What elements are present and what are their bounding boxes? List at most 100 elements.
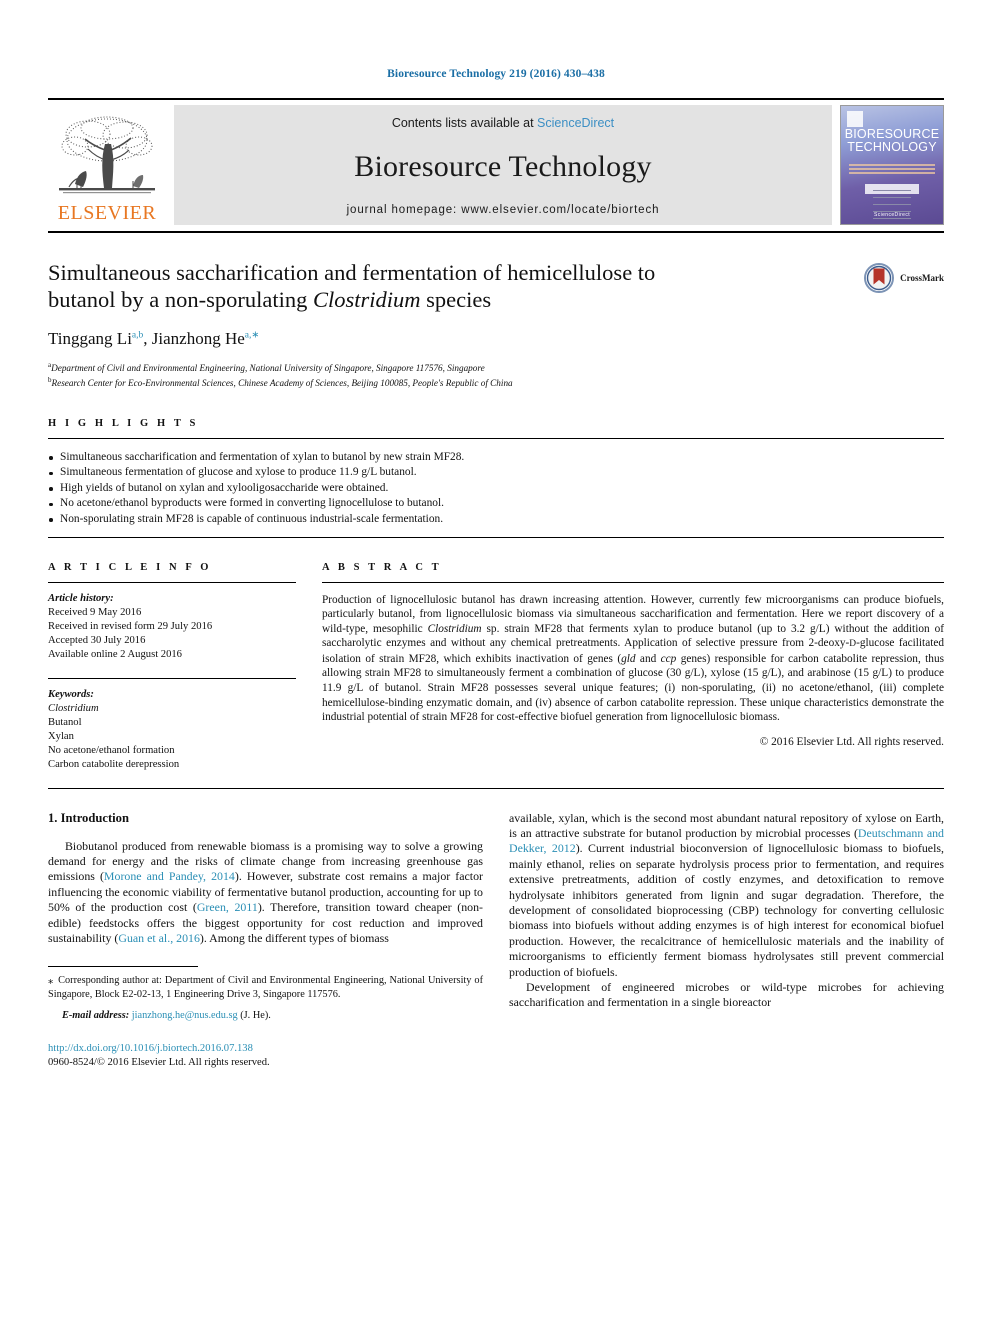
crossmark-label: CrossMark [900, 273, 944, 283]
journal-homepage-link[interactable]: journal homepage: www.elsevier.com/locat… [347, 204, 660, 216]
citation-green[interactable]: Green, 2011 [197, 900, 258, 914]
keywords-label: Keywords: [48, 688, 94, 700]
cover-title-line1: BIORESOURCE [844, 127, 940, 141]
highlights-list: Simultaneous saccharification and fermen… [48, 450, 944, 528]
corresponding-author-text: Corresponding author at: Department of C… [48, 975, 483, 1000]
section-heading-introduction: 1. Introduction [48, 810, 129, 825]
body-column-right: available, xylan, which is the second mo… [509, 811, 944, 1070]
title-block: CrossMark Simultaneous saccharification … [48, 259, 944, 390]
author-separator-1: , [143, 329, 152, 348]
issn-copyright-line: 0960-8524/© 2016 Elsevier Ltd. All right… [48, 1056, 270, 1068]
abstract-italic-clostridium: Clostridium [427, 622, 482, 635]
history-received: Received 9 May 2016 [48, 606, 142, 618]
list-item: Simultaneous saccharification and fermen… [48, 450, 944, 466]
affiliation-text-b: Research Center for Eco-Environmental Sc… [51, 378, 513, 389]
corresponding-author-note: ⁎ Corresponding author at: Department of… [48, 974, 483, 1001]
affiliation-list: aDepartment of Civil and Environmental E… [48, 359, 944, 390]
keyword-item: Xylan [48, 730, 74, 742]
elsevier-wordmark: ELSEVIER [57, 202, 157, 224]
article-info-section: A R T I C L E I N F O Article history: R… [48, 562, 296, 772]
list-item: Simultaneous fermentation of glucose and… [48, 465, 944, 481]
article-info-heading: A R T I C L E I N F O [48, 561, 212, 573]
contents-available-line: Contents lists available at ScienceDirec… [392, 116, 614, 130]
masthead-bottom-rule [48, 231, 944, 233]
affiliation-a: aDepartment of Civil and Environmental E… [48, 359, 944, 374]
page-title: Simultaneous saccharification and fermen… [48, 259, 808, 313]
abstract-copyright: © 2016 Elsevier Ltd. All rights reserved… [759, 735, 944, 748]
journal-masthead: ELSEVIER Contents lists available at Sci… [48, 98, 944, 225]
history-online: Available online 2 August 2016 [48, 648, 182, 660]
email-person: (J. He). [237, 1010, 271, 1022]
author-name-1[interactable]: Tinggang Li [48, 329, 132, 348]
article-info-separator [48, 677, 296, 679]
intro-paragraph-left: Biobutanol produced from renewable bioma… [48, 839, 483, 947]
intro-left-text-4: ). Among the different types of biomass [199, 930, 389, 945]
title-line-1: Simultaneous saccharification and fermen… [48, 260, 656, 285]
list-item: Non-sporulating strain MF28 is capable o… [48, 512, 944, 528]
citation-morone-pandey[interactable]: Morone and Pandey, 2014 [104, 869, 235, 883]
title-line-2-prefix: butanol by a non-sporulating [48, 287, 313, 312]
highlights-section: H I G H L I G H T S Simultaneous sacchar… [48, 418, 944, 538]
crossmark-badge[interactable]: CrossMark [864, 263, 944, 293]
keyword-item: Carbon catabolite derepression [48, 758, 180, 770]
cover-title-line2: TECHNOLOGY [847, 140, 937, 154]
body-columns: 1. Introduction Biobutanol produced from… [48, 811, 944, 1070]
keyword-item: Butanol [48, 716, 82, 728]
elsevier-tree-icon [59, 116, 155, 194]
article-info-rule [48, 581, 296, 583]
running-head: Bioresource Technology 219 (2016) 430–43… [387, 68, 605, 80]
abstract-italic-gld: gld [621, 652, 636, 665]
abstract-body: Production of lignocellulosic butanol ha… [322, 593, 944, 725]
abstract-part-4: and [635, 652, 661, 665]
title-line-2-suffix: species [420, 287, 492, 312]
list-item: No acetone/ethanol byproducts were forme… [48, 496, 944, 512]
email-label: E-mail address: [62, 1010, 130, 1022]
intro-paragraph-right-2: Development of engineered microbes or wi… [509, 979, 944, 1010]
keyword-item: Clostridium [48, 702, 99, 714]
cover-subtitle-lines [849, 162, 935, 176]
contents-prefix: Contents lists available at [391, 116, 538, 130]
elsevier-logo: ELSEVIER [48, 105, 166, 225]
history-revised: Received in revised form 29 July 2016 [48, 620, 213, 632]
affiliation-b: bResearch Center for Eco-Environmental S… [48, 374, 944, 389]
footnote-separator-rule [48, 966, 198, 968]
abstract-rule [322, 581, 944, 583]
cover-figure-panel [865, 184, 919, 219]
author-list: Tinggang Lia,b, Jianzhong Hea,∗ [48, 329, 944, 349]
author-affil-marker-1: a,b [131, 330, 144, 341]
highlights-top-rule [48, 437, 944, 439]
history-accepted: Accepted 30 July 2016 [48, 634, 146, 646]
email-link[interactable]: jianzhong.he@nus.edu.sg [132, 1010, 238, 1021]
highlights-heading: H I G H L I G H T S [48, 417, 199, 429]
journal-title: Bioresource Technology [354, 150, 652, 183]
keywords-block: Keywords: Clostridium Butanol Xylan No a… [48, 688, 296, 772]
highlights-bottom-rule [48, 536, 944, 538]
keyword-item: No acetone/ethanol formation [48, 744, 175, 756]
body-column-left: 1. Introduction Biobutanol produced from… [48, 811, 483, 1070]
abstract-section: A B S T R A C T Production of lignocellu… [322, 562, 944, 772]
article-history-label: Article history: [48, 592, 114, 604]
title-genus-italic: Clostridium [312, 287, 421, 312]
crossmark-icon [864, 263, 895, 293]
intro-paragraph-right-1: available, xylan, which is the second mo… [509, 811, 944, 980]
intro-right-text-2: ). Current industrial bioconversion of l… [509, 841, 944, 979]
cover-title: BIORESOURCE TECHNOLOGY [841, 128, 943, 154]
journal-cover-thumbnail: BIORESOURCE TECHNOLOGY ScienceDirect [840, 105, 944, 225]
article-history-block: Article history: Received 9 May 2016 Rec… [48, 592, 296, 662]
info-abstract-row: A R T I C L E I N F O Article history: R… [48, 562, 944, 772]
list-item: High yields of butanol on xylan and xylo… [48, 481, 944, 497]
citation-guan[interactable]: Guan et al., 2016 [118, 931, 200, 945]
email-note: E-mail address: jianzhong.he@nus.edu.sg … [48, 1009, 483, 1022]
doi-link[interactable]: http://dx.doi.org/10.1016/j.biortech.201… [48, 1042, 483, 1056]
abstract-heading: A B S T R A C T [322, 561, 442, 573]
sciencedirect-link[interactable]: ScienceDirect [537, 116, 614, 130]
masthead-center-panel: Contents lists available at ScienceDirec… [174, 105, 832, 225]
cover-elsevier-mark [847, 111, 863, 127]
author-affil-marker-2: a,∗ [244, 330, 260, 341]
affiliation-text-a: Department of Civil and Environmental En… [51, 363, 485, 374]
cover-footer: ScienceDirect [873, 212, 911, 218]
article-page: Bioresource Technology 219 (2016) 430–43… [0, 0, 992, 1323]
abstract-italic-ccp: ccp [660, 652, 677, 665]
author-name-2[interactable]: Jianzhong He [152, 329, 245, 348]
abstract-bottom-rule [48, 787, 944, 789]
